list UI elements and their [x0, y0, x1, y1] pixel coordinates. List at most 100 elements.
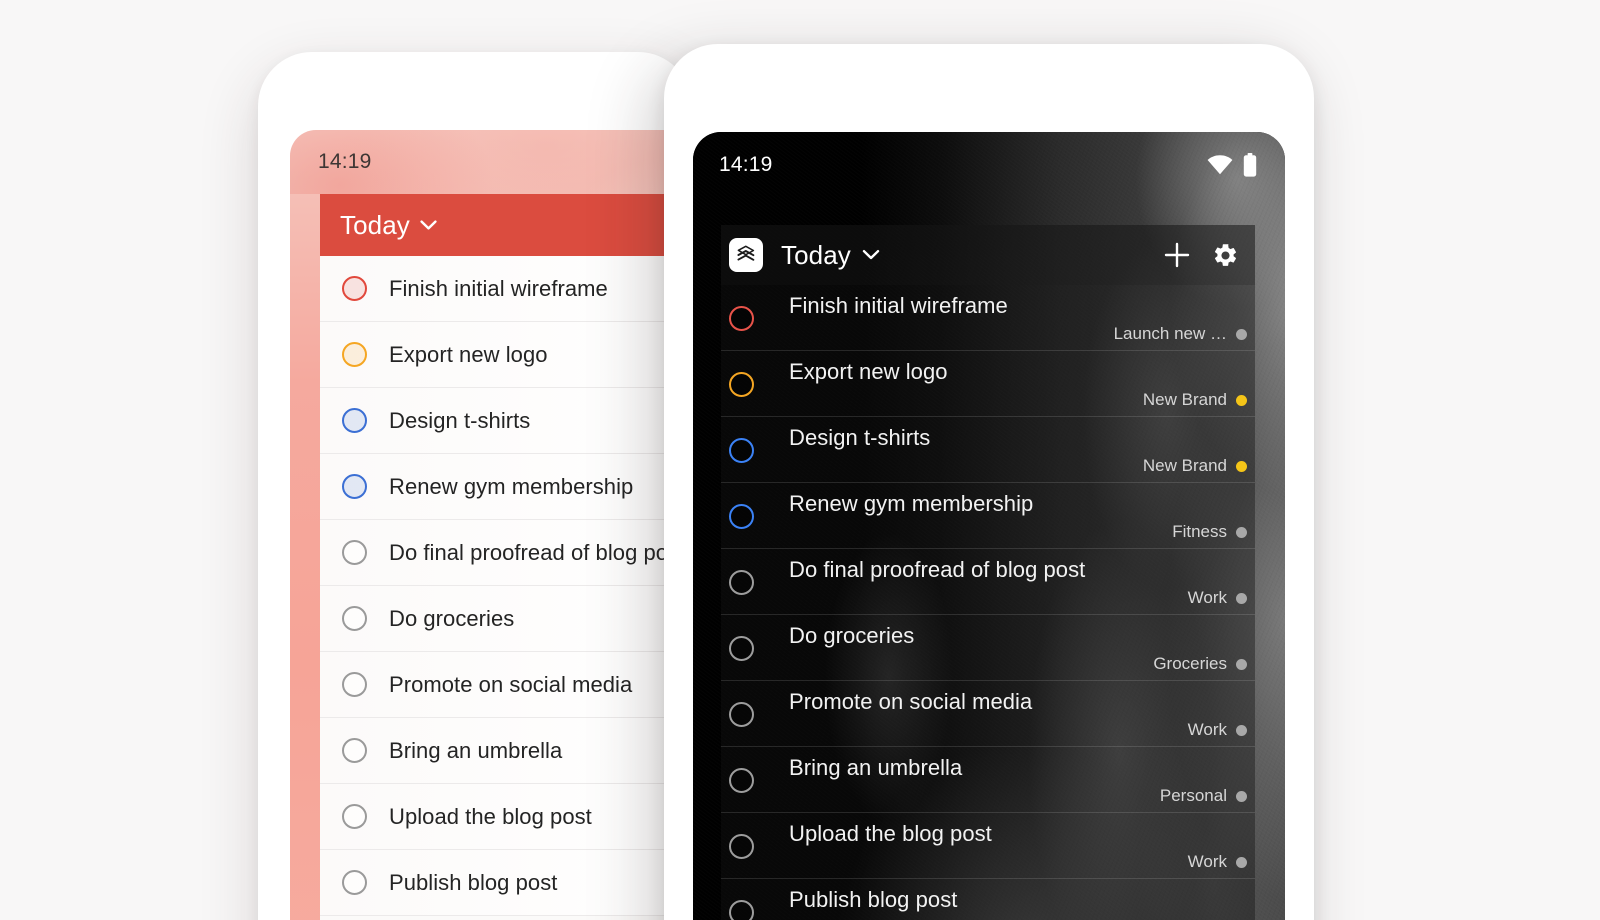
task-checkbox-icon[interactable] [342, 408, 367, 433]
light-phone-screen: 14:19 Today Finish initial wireframe Expo… [290, 130, 692, 920]
task-row[interactable]: Upload the blog post Work [721, 813, 1255, 879]
task-title: Publish blog post [789, 887, 958, 912]
task-project-name: New Brand [1142, 390, 1227, 409]
task-project-name: New Brand [1142, 456, 1227, 475]
task-checkbox-icon[interactable] [342, 738, 367, 763]
task-checkbox-icon[interactable] [729, 570, 754, 595]
task-title: Do groceries [789, 623, 915, 648]
project-color-dot-icon [1236, 328, 1247, 340]
status-bar-light: 14:19 [290, 130, 692, 194]
task-row[interactable]: Promote on social media Work [721, 681, 1255, 747]
task-row[interactable]: Publish blog post [721, 879, 1255, 920]
task-row[interactable]: Export new logo New Brand [721, 351, 1255, 417]
task-project-meta: Personal [1160, 786, 1247, 806]
dark-theme-phone: 14:19 Today Finish initial wireframe Lau… [664, 44, 1314, 920]
project-color-dot-icon [1236, 790, 1247, 802]
task-row[interactable]: Design t-shirts [320, 388, 692, 454]
task-title: Renew gym membership [389, 473, 634, 499]
task-title: Design t-shirts [389, 407, 531, 433]
task-project-name: Fitness [1172, 522, 1227, 541]
task-project-name: Work [1187, 720, 1227, 739]
task-row[interactable]: Do final proofread of blog post [320, 520, 692, 586]
task-row[interactable]: Design t-shirts New Brand [721, 417, 1255, 483]
task-title: Do groceries [389, 605, 515, 631]
task-project-meta: Work [1188, 720, 1247, 740]
status-clock: 14:19 [318, 150, 372, 173]
task-checkbox-icon[interactable] [342, 540, 367, 565]
task-row[interactable]: Export new logo [320, 322, 692, 388]
project-color-dot-icon [1236, 592, 1247, 604]
task-checkbox-icon[interactable] [342, 342, 367, 367]
task-row[interactable]: Publish blog post [320, 850, 692, 916]
task-checkbox-icon[interactable] [342, 870, 367, 895]
wifi-icon [1207, 155, 1233, 175]
task-checkbox-icon[interactable] [729, 306, 754, 331]
task-checkbox-icon[interactable] [729, 834, 754, 859]
task-row[interactable]: Renew gym membership [320, 454, 692, 520]
task-row[interactable]: Upload the blog post [320, 784, 692, 850]
task-row[interactable]: Do final proofread of blog post Work [721, 549, 1255, 615]
task-row[interactable]: Finish initial wireframe [320, 256, 692, 322]
task-title: Bring an umbrella [789, 755, 963, 780]
task-row[interactable]: Promote on social media [320, 652, 692, 718]
wallpaper-left-spine [290, 194, 320, 920]
task-title: Upload the blog post [389, 803, 592, 829]
task-checkbox-icon[interactable] [342, 672, 367, 697]
page-title[interactable]: Today [781, 240, 851, 271]
battery-icon [1243, 153, 1257, 177]
task-project-meta: New Brand [1143, 456, 1247, 476]
mockup-stage: 14:19 Today Finish initial wireframe Expo… [0, 0, 1600, 920]
task-project-meta: Work [1188, 852, 1247, 872]
task-checkbox-icon[interactable] [729, 768, 754, 793]
task-checkbox-icon[interactable] [342, 474, 367, 499]
task-title: Promote on social media [789, 689, 1033, 714]
task-row[interactable]: Do groceries Groceries [721, 615, 1255, 681]
task-checkbox-icon[interactable] [729, 504, 754, 529]
todoist-logo-icon[interactable] [729, 238, 763, 272]
task-checkbox-icon[interactable] [342, 804, 367, 829]
app-bar-light: Today [320, 194, 692, 256]
task-checkbox-icon[interactable] [729, 702, 754, 727]
task-checkbox-icon[interactable] [729, 438, 754, 463]
task-row[interactable]: Renew gym membership Fitness [721, 483, 1255, 549]
task-row[interactable]: Finish initial wireframe Launch new … [721, 285, 1255, 351]
gear-icon[interactable] [1201, 242, 1249, 269]
task-project-name: Groceries [1153, 654, 1227, 673]
status-icons [1207, 153, 1257, 177]
task-title: Export new logo [789, 359, 948, 384]
task-row[interactable]: Bring an umbrella [320, 718, 692, 784]
task-checkbox-icon[interactable] [729, 900, 754, 920]
task-project-name: Personal [1159, 786, 1227, 805]
task-title: Finish initial wireframe [389, 275, 608, 301]
task-checkbox-icon[interactable] [729, 636, 754, 661]
task-checkbox-icon[interactable] [342, 276, 367, 301]
page-title[interactable]: Today [340, 210, 410, 241]
task-checkbox-icon[interactable] [729, 372, 754, 397]
task-row[interactable]: Do groceries [320, 586, 692, 652]
task-list-light[interactable]: Finish initial wireframe Export new logo D… [320, 256, 692, 920]
project-color-dot-icon [1236, 394, 1247, 406]
task-title: Do final proofread of blog post [389, 539, 686, 565]
task-title: Renew gym membership [789, 491, 1034, 516]
task-project-meta: Fitness [1172, 522, 1247, 542]
chevron-down-icon[interactable] [862, 249, 880, 261]
task-title: Design t-shirts [789, 425, 931, 450]
task-title: Do final proofread of blog post [789, 557, 1086, 582]
task-list-dark[interactable]: Finish initial wireframe Launch new … Expo… [721, 285, 1255, 920]
dark-phone-screen: 14:19 Today Finish initial wireframe Lau… [693, 132, 1285, 920]
task-checkbox-icon[interactable] [342, 606, 367, 631]
project-color-dot-icon [1236, 526, 1247, 538]
chevron-down-icon[interactable] [420, 219, 437, 231]
task-project-meta: Work [1188, 588, 1247, 608]
task-row[interactable]: Bring an umbrella Personal [721, 747, 1255, 813]
task-title: Upload the blog post [789, 821, 992, 846]
project-color-dot-icon [1236, 856, 1247, 868]
project-color-dot-icon [1236, 460, 1247, 472]
app-bar-dark: Today [721, 225, 1255, 285]
task-title: Promote on social media [389, 671, 633, 697]
plus-icon[interactable] [1153, 241, 1201, 269]
task-project-meta: New Brand [1143, 390, 1247, 410]
task-title: Finish initial wireframe [789, 293, 1008, 318]
task-project-name: Work [1187, 588, 1227, 607]
project-color-dot-icon [1236, 724, 1247, 736]
